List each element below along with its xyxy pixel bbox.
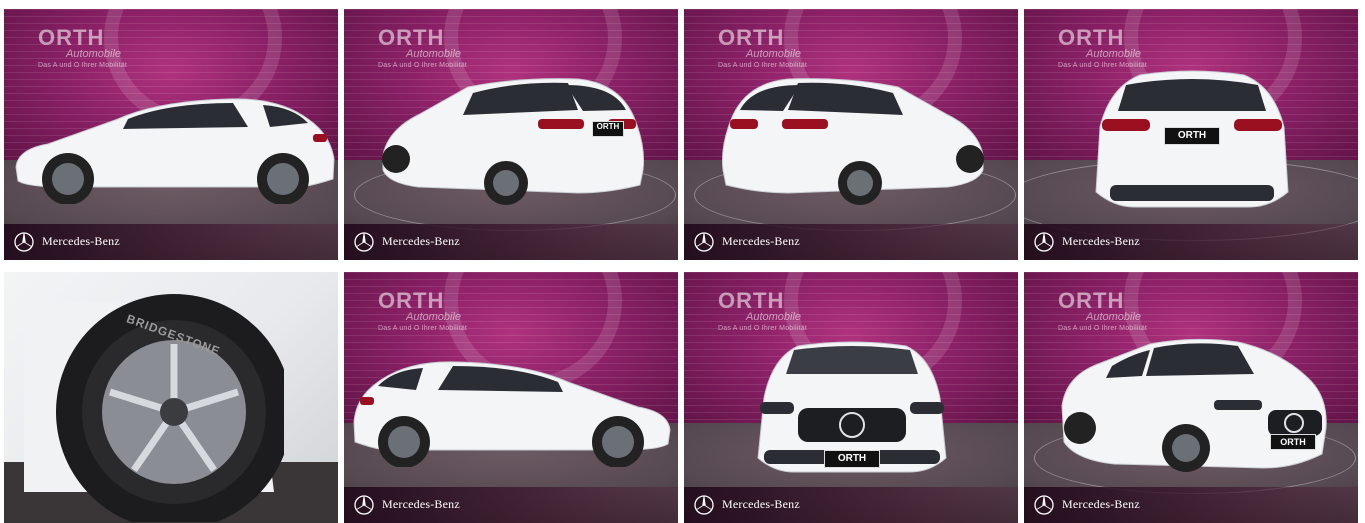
brand-label: Mercedes-Benz [42, 234, 120, 248]
car-side-image [353, 361, 671, 467]
brand-footer: Mercedes-Benz [344, 224, 678, 260]
mercedes-star-icon [694, 495, 714, 515]
mercedes-star-icon [1034, 232, 1054, 252]
brand-footer: Mercedes-Benz [1024, 487, 1358, 523]
brand-label: Mercedes-Benz [722, 234, 800, 248]
brand-label: Mercedes-Benz [1062, 497, 1140, 511]
car-rear-image [722, 78, 984, 205]
license-plate: ORTH [1270, 434, 1316, 450]
brand-label: Mercedes-Benz [722, 497, 800, 511]
photo-front[interactable]: ORTH Automobile Das A und O Ihrer Mobili… [684, 272, 1018, 523]
car-side-image [15, 98, 335, 204]
mercedes-star-icon [694, 232, 714, 252]
photo-rear[interactable]: ORTH Automobile Das A und O Ihrer Mobili… [1024, 9, 1358, 260]
dealer-logo: ORTH Automobile Das A und O Ihrer Mobili… [718, 288, 808, 333]
brand-footer: Mercedes-Benz [1024, 224, 1358, 260]
mercedes-star-icon [14, 232, 34, 252]
brand-label: Mercedes-Benz [1062, 234, 1140, 248]
license-plate: ORTH [592, 121, 624, 137]
mercedes-star-icon [354, 232, 374, 252]
photo-wheel-closeup[interactable]: BRIDGESTONE [4, 272, 338, 523]
brand-footer: Mercedes-Benz [344, 487, 678, 523]
dealer-logo: ORTH Automobile Das A und O Ihrer Mobili… [38, 25, 128, 70]
dealer-logo: ORTH Automobile Das A und O Ihrer Mobili… [378, 288, 468, 333]
photo-rear-three-quarter-right[interactable]: ORTH Automobile Das A und O Ihrer Mobili… [684, 9, 1018, 260]
photo-front-three-quarter[interactable]: ORTH Automobile Das A und O Ihrer Mobili… [1024, 272, 1358, 523]
photo-side-right[interactable]: ORTH Automobile Das A und O Ihrer Mobili… [344, 272, 678, 523]
brand-footer: Mercedes-Benz [684, 487, 1018, 523]
photo-rear-three-quarter-left[interactable]: ORTH Automobile Das A und O Ihrer Mobili… [344, 9, 678, 260]
brand-label: Mercedes-Benz [382, 234, 460, 248]
dealer-logo: ORTH Automobile Das A und O Ihrer Mobili… [1058, 288, 1148, 333]
mercedes-star-icon [354, 495, 374, 515]
dealer-logo: ORTH Automobile Das A und O Ihrer Mobili… [378, 25, 468, 70]
mercedes-star-icon [1034, 495, 1054, 515]
brand-footer: Mercedes-Benz [684, 224, 1018, 260]
photo-side-left[interactable]: ORTH Automobile Das A und O Ihrer Mobili… [4, 9, 338, 260]
car-front-image [1061, 338, 1327, 472]
license-plate: ORTH [824, 450, 880, 468]
brand-label: Mercedes-Benz [382, 497, 460, 511]
dealer-logo: ORTH Automobile Das A und O Ihrer Mobili… [718, 25, 808, 70]
photo-gallery: ORTH Automobile Das A und O Ihrer Mobili… [4, 9, 1362, 523]
car-rear-image [382, 78, 644, 205]
brand-footer: Mercedes-Benz [4, 224, 338, 260]
dealer-logo: ORTH Automobile Das A und O Ihrer Mobili… [1058, 25, 1148, 70]
license-plate: ORTH [1164, 127, 1220, 145]
